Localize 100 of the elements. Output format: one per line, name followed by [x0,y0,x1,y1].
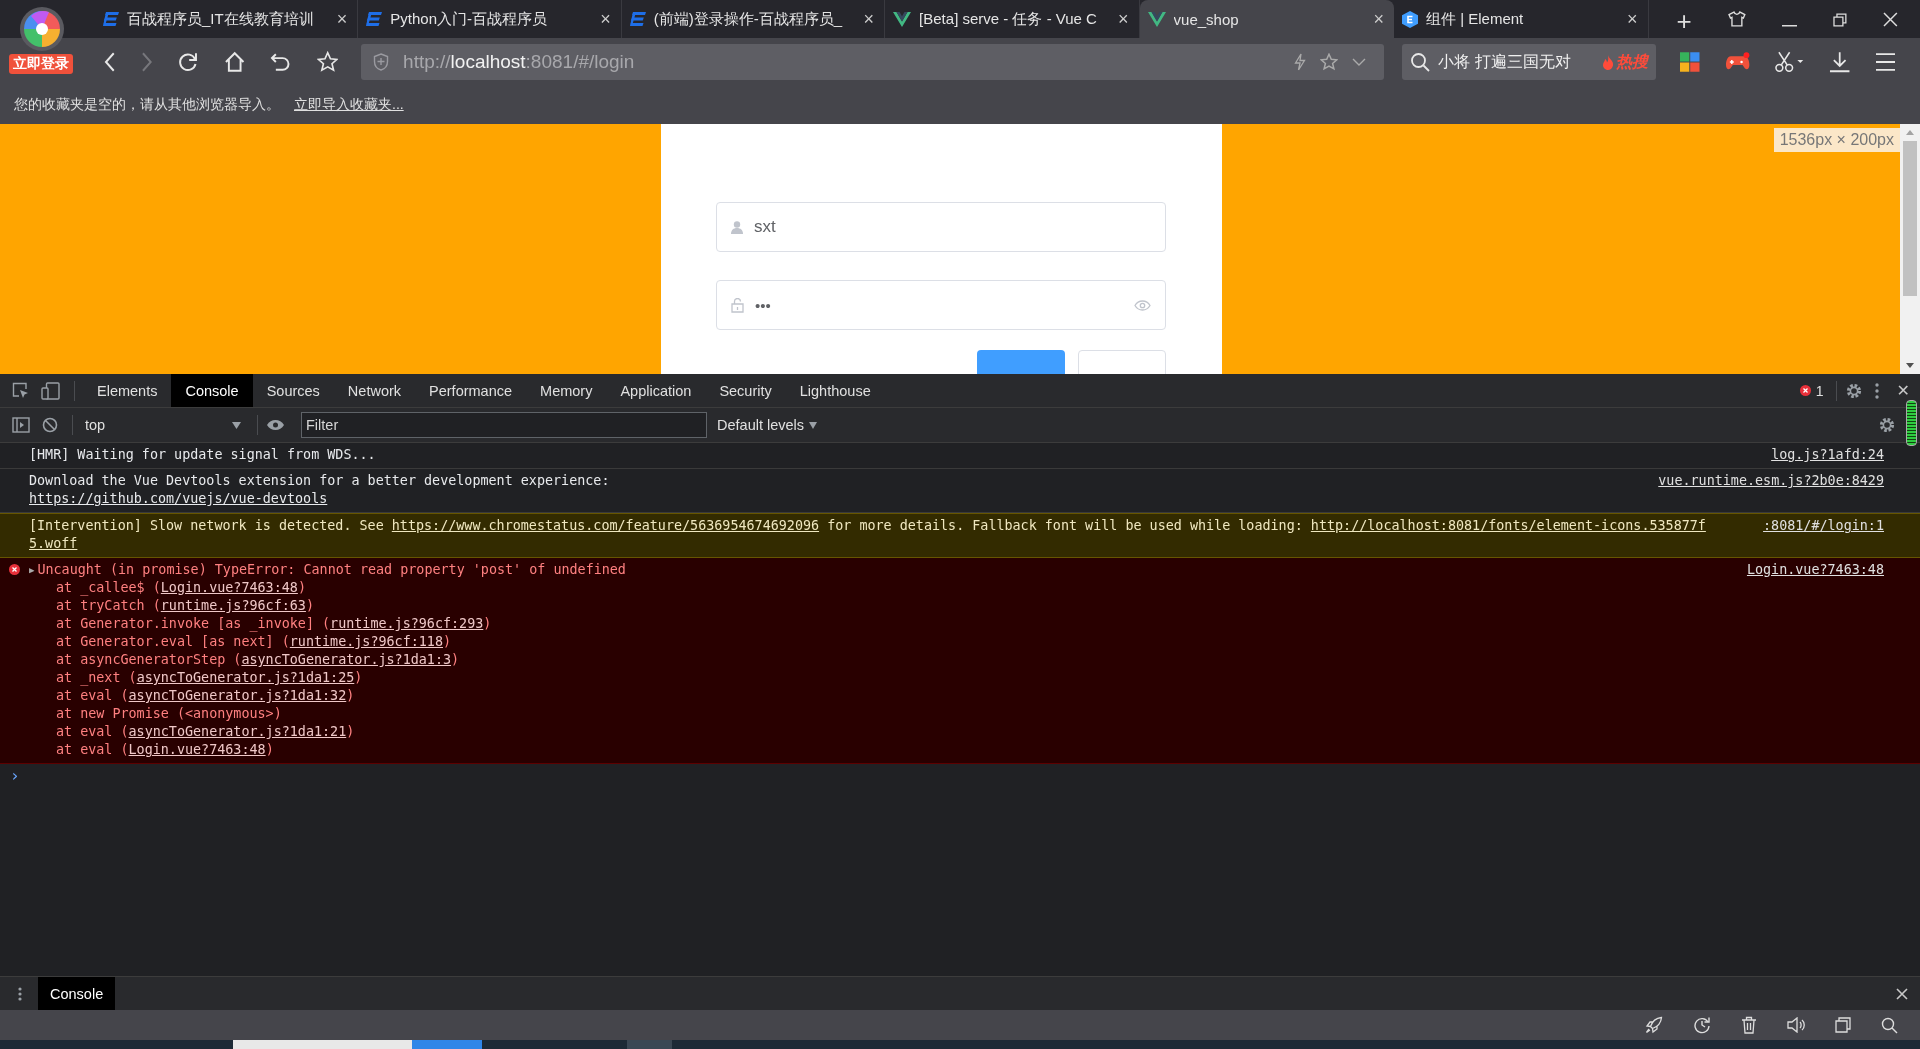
undo-icon[interactable] [270,52,292,72]
close-icon[interactable] [1896,987,1908,1000]
search-field[interactable]: 小将 打遍三国无对 热搜 [1402,44,1657,80]
console-link[interactable]: asyncToGenerator.js?1da1:21 [128,724,347,739]
login-badge[interactable]: 立即登录 [9,54,73,74]
close-tab-button[interactable]: × [1627,10,1638,28]
console-link[interactable]: runtime.js?96cf:118 [289,634,443,649]
devtools-tab[interactable]: Memory [526,374,607,407]
scissors-icon[interactable] [1774,51,1805,73]
close-tab-button[interactable]: × [336,10,348,28]
chevron-down-icon[interactable] [1352,58,1367,66]
address-bar[interactable]: http://localhost:8081/#/login [361,44,1385,80]
hexagon-logo-icon [1402,10,1419,28]
message-line: Uncaught (in promise) TypeError: Cannot read property 'post' of undefined [37,561,626,579]
device-toggle-icon[interactable] [41,381,60,400]
console-link[interactable]: Login.vue?7463:48 [160,580,298,595]
log-levels-dropdown[interactable]: Default levels [717,417,818,433]
reload-icon[interactable] [177,51,199,73]
source-link[interactable]: :8081/#/login:1 [1763,517,1884,553]
star-icon[interactable] [1320,53,1339,71]
message-line: at Generator.eval [as next] (runtime.js?96cf:118) [55,633,452,651]
trash-icon[interactable] [1741,1016,1757,1034]
devtools-tab[interactable]: Console [171,374,253,407]
source-link[interactable]: vue.runtime.esm.js?2b0e:8429 [1658,472,1884,508]
restore-icon[interactable] [1833,13,1848,27]
close-window-icon[interactable] [1883,12,1898,27]
close-devtools-button[interactable]: ✕ [1896,381,1910,400]
home-icon[interactable] [223,51,246,73]
refresh-icon[interactable] [1693,1016,1711,1034]
minimize-icon[interactable] [1781,25,1798,27]
tab-title: vue_shop [1173,10,1240,28]
expand-toggle[interactable]: ▶ [29,561,35,579]
password-field[interactable]: ••• [716,280,1166,330]
more-options-icon[interactable] [1874,382,1879,399]
drawer-tab[interactable]: Console [38,977,116,1010]
settings-icon[interactable] [1878,416,1896,434]
source-link[interactable]: Login.vue?7463:48 [1746,561,1884,759]
speaker-icon[interactable] [1787,1017,1805,1033]
tab-title: Python入门-百战程序员 [390,9,549,29]
new-tab-button[interactable]: + [1676,8,1692,34]
console-link[interactable]: runtime.js?96cf:63 [160,598,306,613]
console-link[interactable]: http://localhost:8081/fonts/element-icons.535877f [1310,518,1706,533]
search-icon[interactable] [1881,1016,1898,1034]
close-tab-button[interactable]: × [1118,10,1129,28]
settings-icon[interactable] [1844,381,1863,400]
flame-icon [1602,54,1615,70]
devtools-tab[interactable]: Lighthouse [785,374,885,407]
shirt-icon[interactable] [1727,11,1746,27]
filter-field[interactable]: Filter [301,412,707,438]
window-icon[interactable] [1835,1017,1851,1033]
devtools-tab[interactable]: Performance [415,374,527,407]
console-link[interactable]: asyncToGenerator.js?1da1:32 [128,688,347,703]
console-link[interactable]: Login.vue?7463:48 [128,742,266,757]
source-link[interactable]: log.js?1afd:24 [1771,446,1884,464]
more-options-icon[interactable] [18,986,22,1001]
lock-icon [731,297,744,313]
tab-title: [Beta] serve - 任务 - Vue C [919,9,1098,29]
apps-grid-icon[interactable] [1680,52,1700,72]
close-tab-button[interactable]: × [863,10,875,28]
message-line: at eval (asyncToGenerator.js?1da1:32) [55,687,355,705]
console-prompt[interactable]: › [10,766,20,785]
error-icon [1799,385,1811,396]
rocket-icon[interactable] [1645,1016,1663,1034]
console-link[interactable]: asyncToGenerator.js?1da1:3 [241,652,452,667]
sidebar-toggle-icon[interactable] [12,417,30,433]
console-link[interactable]: runtime.js?96cf:293 [330,616,484,631]
vue-logo-icon [1147,11,1166,27]
devtools-tab[interactable]: Security [705,374,786,407]
scroll-thumb[interactable] [1903,141,1917,296]
close-tab-button[interactable]: × [600,10,611,28]
scroll-down-icon[interactable] [1906,363,1914,368]
gamepad-icon[interactable] [1724,52,1750,72]
devtools-tab[interactable]: Sources [252,374,334,407]
back-icon[interactable] [104,52,116,72]
shield-icon [373,53,390,71]
console-link[interactable]: asyncToGenerator.js?1da1:25 [136,670,355,685]
clear-console-icon[interactable] [42,417,58,433]
console-link[interactable]: https://github.com/vuejs/vue-devtools [29,491,328,506]
bookmarks-empty-message: 您的收藏夹是空的，请从其他浏览器导入。 [14,96,280,114]
devtools-tab[interactable]: Network [333,374,416,407]
devtools-tab[interactable]: Application [606,374,706,407]
console-link[interactable]: https://www.chromestatus.com/feature/5636954674692096 [391,518,820,533]
eye-icon[interactable] [266,419,285,431]
error-count[interactable]: 1 [1799,382,1824,399]
download-icon[interactable] [1829,51,1851,73]
browser-tab[interactable]: vue_shop × [1139,0,1395,38]
import-bookmarks-link[interactable]: 立即导入收藏夹... [294,96,404,114]
message-line: at asyncGeneratorStep (asyncToGenerator.js?1da1:3) [55,651,460,669]
devtools-tab[interactable]: Elements [83,374,172,407]
meter-icon [1906,400,1917,446]
context-dropdown[interactable]: top [81,417,247,433]
inspect-icon[interactable] [12,382,29,399]
page-scrollbar[interactable] [1900,124,1920,374]
menu-icon[interactable] [1875,53,1895,71]
lightning-icon[interactable] [1294,53,1307,71]
close-tab-button[interactable]: × [1373,10,1385,28]
console-link[interactable]: 5.woff [29,536,78,551]
username-field[interactable]: sxt [716,202,1166,252]
message-line: at _callee$ (Login.vue?7463:48) [55,579,306,597]
tab-title: 百战程序员_IT在线教育培训 [127,9,315,29]
